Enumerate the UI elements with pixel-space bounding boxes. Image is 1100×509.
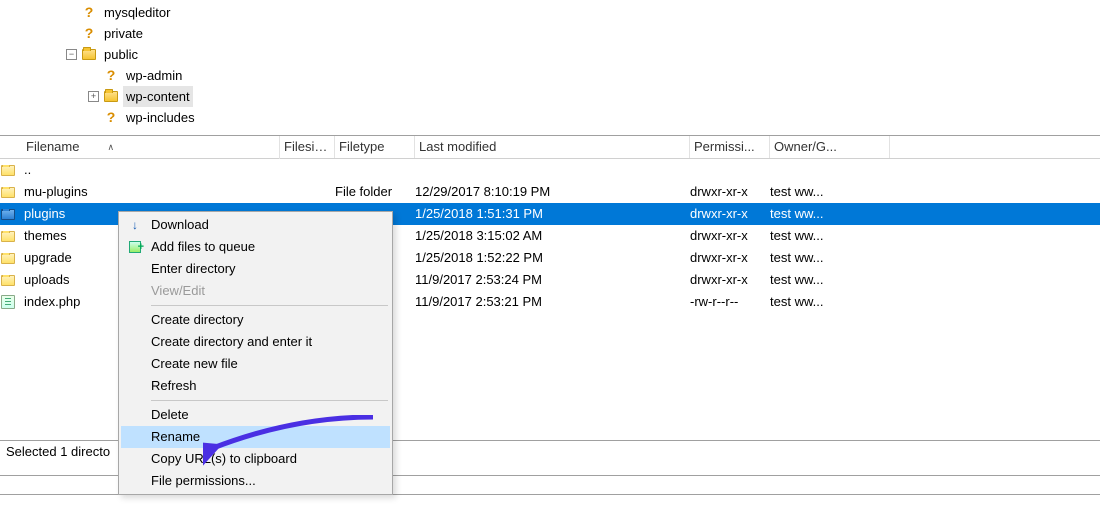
menu-separator <box>151 305 388 306</box>
menu-item-label: Download <box>151 214 209 236</box>
cell-permissions: drwxr-xr-x <box>690 203 770 225</box>
menu-item-rename[interactable]: Rename <box>121 426 390 448</box>
menu-item-label: Refresh <box>151 375 197 397</box>
folder-icon <box>103 89 119 105</box>
tree-item[interactable]: ?wp-admin <box>0 65 1100 86</box>
menu-item-create-new-file[interactable]: Create new file <box>121 353 390 375</box>
menu-item-label: Copy URL(s) to clipboard <box>151 448 297 470</box>
menu-item-copy-url-s-to-clipboard[interactable]: Copy URL(s) to clipboard <box>121 448 390 470</box>
directory-tree[interactable]: ?mysqleditor?private−public?wp-admin+wp-… <box>0 0 1100 135</box>
cell-modified: 12/29/2017 8:10:19 PM <box>415 181 690 203</box>
cell-permissions: drwxr-xr-x <box>690 225 770 247</box>
question-icon: ? <box>81 5 97 21</box>
cell-owner: test ww... <box>770 269 890 291</box>
tree-item-label: mysqleditor <box>101 2 173 23</box>
expand-icon[interactable]: + <box>88 91 99 102</box>
tree-item[interactable]: ?private <box>0 23 1100 44</box>
cell-name: mu-plugins <box>22 181 280 203</box>
cell-modified: 11/9/2017 2:53:21 PM <box>415 291 690 313</box>
folder-icon <box>0 209 22 220</box>
cell-owner: test ww... <box>770 291 890 313</box>
menu-item-label: View/Edit <box>151 280 205 302</box>
menu-item-label: File permissions... <box>151 470 256 492</box>
menu-item-label: Add files to queue <box>151 236 255 258</box>
folder-icon <box>0 187 22 198</box>
add-queue-icon <box>127 239 143 255</box>
folder-icon <box>0 165 22 176</box>
tree-item[interactable]: + wp-content <box>0 86 1100 107</box>
col-header-filetype[interactable]: Filetype <box>335 136 415 158</box>
tree-item[interactable]: − public <box>0 44 1100 65</box>
col-header-filename[interactable]: Filename∧ <box>22 136 280 159</box>
cell-permissions: drwxr-xr-x <box>690 247 770 269</box>
cell-filetype: File folder <box>335 181 415 203</box>
tree-item-label: wp-admin <box>123 65 185 86</box>
tree-item-label: wp-content <box>123 86 193 107</box>
cell-permissions: drwxr-xr-x <box>690 269 770 291</box>
menu-item-label: Delete <box>151 404 189 426</box>
cell-permissions: drwxr-xr-x <box>690 181 770 203</box>
cell-owner: test ww... <box>770 181 890 203</box>
menu-item-create-directory[interactable]: Create directory <box>121 309 390 331</box>
menu-item-label: Rename <box>151 426 200 448</box>
menu-item-refresh[interactable]: Refresh <box>121 375 390 397</box>
col-header-owner[interactable]: Owner/G... <box>770 136 890 158</box>
question-icon: ? <box>103 110 119 126</box>
cell-owner: test ww... <box>770 247 890 269</box>
cell-name: .. <box>22 159 280 181</box>
cell-modified: 1/25/2018 3:15:02 AM <box>415 225 690 247</box>
col-header-permissions[interactable]: Permissi... <box>690 136 770 158</box>
tree-item-label: wp-includes <box>123 107 198 128</box>
menu-item-label: Enter directory <box>151 258 236 280</box>
sort-caret-icon: ∧ <box>107 142 114 152</box>
menu-item-label: Create new file <box>151 353 238 375</box>
cell-owner: test ww... <box>770 225 890 247</box>
cell-permissions: -rw-r--r-- <box>690 291 770 313</box>
question-icon: ? <box>103 68 119 84</box>
menu-item-enter-directory[interactable]: Enter directory <box>121 258 390 280</box>
folder-icon <box>81 47 97 63</box>
table-row[interactable]: .. <box>0 159 1100 181</box>
menu-item-label: Create directory and enter it <box>151 331 312 353</box>
php-file-icon <box>0 295 22 309</box>
tree-item-label: private <box>101 23 146 44</box>
folder-icon <box>0 231 22 242</box>
file-list-header[interactable]: Filename∧ Filesize Filetype Last modifie… <box>0 136 1100 159</box>
menu-item-add-files-to-queue[interactable]: Add files to queue <box>121 236 390 258</box>
context-menu[interactable]: ↓ DownloadAdd files to queueEnter directo… <box>118 211 393 495</box>
menu-item-file-permissions[interactable]: File permissions... <box>121 470 390 492</box>
folder-icon <box>0 275 22 286</box>
download-icon: ↓ <box>127 217 143 233</box>
cell-modified: 1/25/2018 1:51:31 PM <box>415 203 690 225</box>
question-icon: ? <box>81 26 97 42</box>
tree-item[interactable]: ?wp-includes <box>0 107 1100 128</box>
divider <box>0 494 1100 504</box>
cell-owner: test ww... <box>770 203 890 225</box>
table-row[interactable]: mu-plugins File folder12/29/2017 8:10:19 … <box>0 181 1100 203</box>
col-header-filesize[interactable]: Filesize <box>280 136 335 158</box>
tree-item[interactable]: ?mysqleditor <box>0 2 1100 23</box>
folder-icon <box>0 253 22 264</box>
menu-item-create-directory-and-enter-it[interactable]: Create directory and enter it <box>121 331 390 353</box>
menu-item-view-edit: View/Edit <box>121 280 390 302</box>
menu-item-download[interactable]: ↓ Download <box>121 214 390 236</box>
menu-item-label: Create directory <box>151 309 243 331</box>
collapse-icon[interactable]: − <box>66 49 77 60</box>
menu-separator <box>151 400 388 401</box>
cell-modified: 1/25/2018 1:52:22 PM <box>415 247 690 269</box>
tree-item-label: public <box>101 44 141 65</box>
cell-modified: 11/9/2017 2:53:24 PM <box>415 269 690 291</box>
col-header-modified[interactable]: Last modified <box>415 136 690 158</box>
menu-item-delete[interactable]: Delete <box>121 404 390 426</box>
